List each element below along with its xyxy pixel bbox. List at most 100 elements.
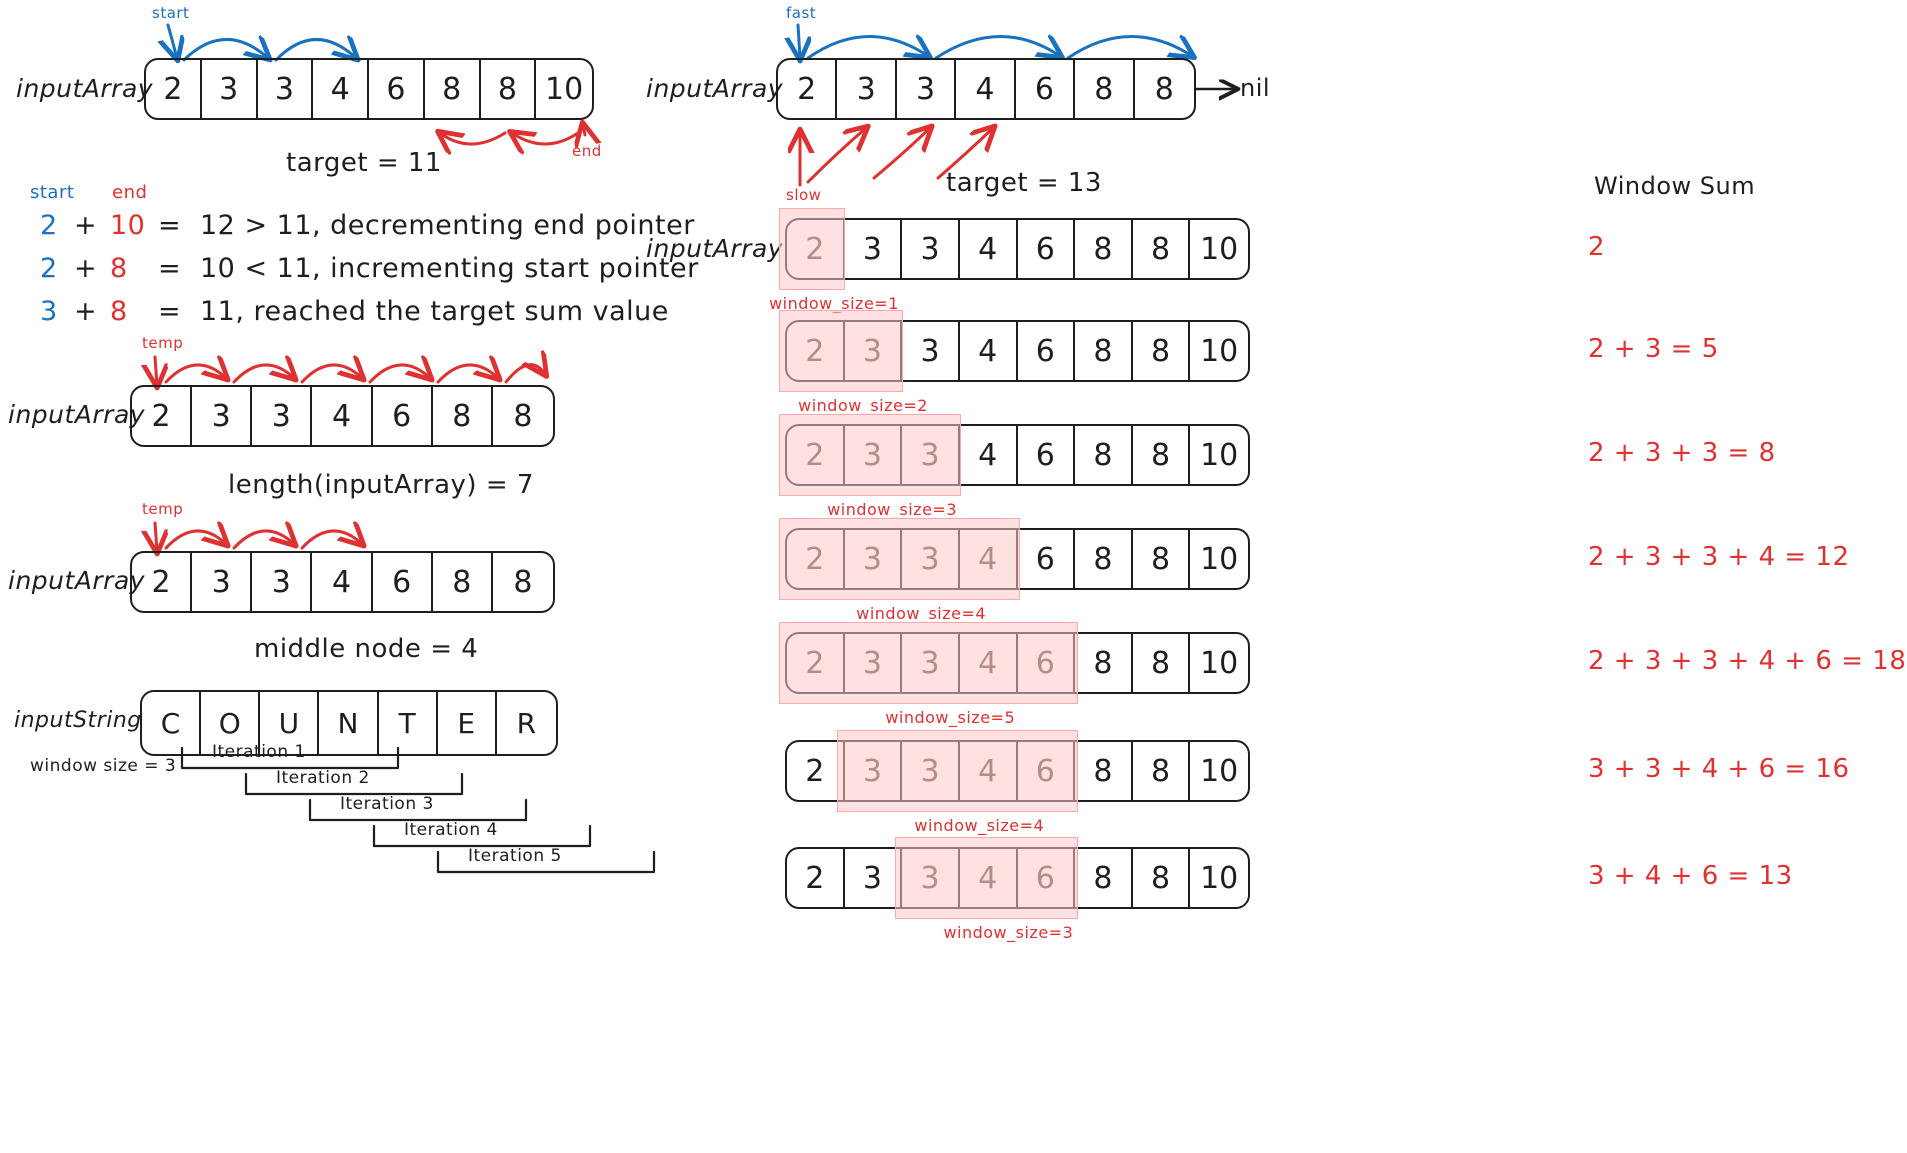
array-cell: 3 — [845, 322, 903, 380]
array-cell: 3 — [902, 426, 960, 484]
array-cell: 8 — [513, 398, 533, 434]
step-equals-sign: = — [158, 253, 182, 284]
input-string-array: COUNTER — [140, 690, 558, 756]
array-cell: 3 — [845, 426, 903, 484]
array-cell: 3 — [202, 60, 258, 118]
step-end-value: 8 — [110, 253, 128, 284]
array-cell: 3 — [845, 220, 903, 278]
array-cell: 8 — [1075, 60, 1135, 118]
two-pointer-end-arrows — [440, 125, 585, 144]
two-pointer-array: 2 3 3 4 6 8 8 10 — [144, 58, 594, 120]
two-pointer-step-row: 2 +10 = 12 > 11, decrementing end pointer — [40, 210, 694, 241]
window-size-label: window_size=4 — [914, 816, 1045, 835]
sliding-window-array-label: inputArray — [646, 234, 784, 263]
sliding-window-array: 2 3 3 4 6 8 8 10 — [785, 218, 1250, 280]
two-pointer-steps-list: 2 +10 = 12 > 11, decrementing end pointer 2 +… — [40, 210, 698, 339]
array-cell: 4 — [960, 426, 1018, 484]
array-cell: 4 — [313, 60, 369, 118]
array-cell: 8 — [1075, 634, 1133, 692]
fast-pointer-label: fast — [786, 4, 817, 22]
step-start-value: 2 — [40, 210, 58, 241]
array-cell: 8 — [1075, 426, 1133, 484]
window-size-label: window_size=3 — [943, 923, 1074, 942]
array-cell: 4 — [312, 387, 373, 445]
array-cell: 2 — [778, 60, 838, 118]
array-cell: 3 — [845, 530, 903, 588]
array-cell: 3 — [258, 60, 314, 118]
array-cell: 8 — [425, 60, 481, 118]
array-cell: 3 — [902, 220, 960, 278]
array-cell: 6 — [369, 60, 425, 118]
array-cell: 10 — [1200, 645, 1239, 681]
sliding-window-array: 2 3 3 4 6 8 8 10 — [785, 740, 1250, 802]
window-size-label: window_size=5 — [885, 708, 1016, 727]
sliding-window-array: 2 3 3 4 6 8 8 10 — [785, 424, 1250, 486]
array-cell: 8 — [433, 387, 493, 445]
array-cell: 8 — [1075, 322, 1133, 380]
array-cell: 4 — [956, 60, 1016, 118]
fast-slow-array-label: inputArray — [646, 74, 784, 103]
step-description: 11, reached the target sum value — [200, 296, 669, 327]
array-cell: 3 — [252, 553, 313, 611]
array-cell: 8 — [481, 60, 537, 118]
fast-slow-array: 2334688 — [776, 58, 1196, 120]
iteration-label: Iteration 5 — [468, 846, 562, 866]
step-equals-sign: = — [158, 210, 182, 241]
window-sum-header: Window Sum — [1594, 172, 1756, 200]
array-cell: 8 — [1075, 849, 1133, 907]
window-sum-value: 3 + 4 + 6 = 13 — [1588, 861, 1793, 891]
string-cell: R — [516, 706, 537, 740]
array-cell: 3 — [902, 634, 960, 692]
array-cell: 6 — [1018, 742, 1076, 800]
array-cell: 6 — [1018, 220, 1076, 278]
array-cell: 8 — [513, 564, 533, 600]
array-cell: 2 — [787, 322, 845, 380]
array-cell: 2 — [787, 530, 845, 588]
array-cell: 4 — [960, 849, 1018, 907]
array-cell: 8 — [433, 553, 493, 611]
array-cell: 8 — [1075, 742, 1133, 800]
temp-arrows-length — [155, 357, 545, 385]
array-cell: 10 — [1200, 437, 1239, 473]
array-cell: 2 — [146, 60, 202, 118]
array-cell: 4 — [960, 530, 1018, 588]
array-cell: 8 — [1133, 322, 1191, 380]
array-cell: 3 — [252, 387, 313, 445]
two-pointer-step-row: 3 +8 = 11, reached the target sum value — [40, 296, 668, 327]
array-cell: 2 — [132, 553, 193, 611]
array-cell: 3 — [837, 60, 897, 118]
sliding-window-array: 2 3 3 4 6 8 8 10 — [785, 320, 1250, 382]
sliding-window-array: 2 3 3 4 6 8 8 10 — [785, 528, 1250, 590]
fast-slow-target-caption: target = 13 — [946, 168, 1102, 198]
string-cell: C — [142, 692, 202, 754]
two-pointer-start-arrows — [168, 23, 356, 60]
array-cell: 8 — [1133, 426, 1191, 484]
window-sum-value: 2 — [1588, 232, 1606, 262]
step-plus-sign: + — [74, 296, 98, 327]
middle-array: 2334688 — [130, 551, 555, 613]
array-cell: 2 — [787, 426, 845, 484]
two-pointer-array-label: inputArray — [16, 74, 154, 103]
window-sum-value: 2 + 3 + 3 + 4 + 6 = 18 — [1588, 646, 1907, 676]
array-cell: 8 — [1133, 742, 1191, 800]
array-cell: 3 — [902, 849, 960, 907]
step-start-value: 3 — [40, 296, 58, 327]
array-cell: 2 — [132, 387, 193, 445]
array-cell: 10 — [1200, 860, 1239, 896]
temp-arrows-middle — [155, 523, 362, 551]
middle-array-label: inputArray — [8, 566, 146, 595]
iteration-label: Iteration 2 — [276, 768, 370, 788]
array-cell: 3 — [845, 742, 903, 800]
array-cell: 6 — [1018, 530, 1076, 588]
array-cell: 3 — [902, 742, 960, 800]
array-cell: 4 — [312, 553, 373, 611]
array-cell: 2 — [787, 220, 845, 278]
window-size-label: window_size=1 — [769, 294, 899, 313]
array-cell: 3 — [845, 849, 903, 907]
array-cell: 10 — [545, 71, 584, 107]
step-plus-sign: + — [74, 253, 98, 284]
array-cell: 3 — [902, 322, 960, 380]
array-cell: 8 — [1075, 530, 1133, 588]
array-cell: 8 — [1133, 530, 1191, 588]
array-cell: 6 — [373, 387, 433, 445]
